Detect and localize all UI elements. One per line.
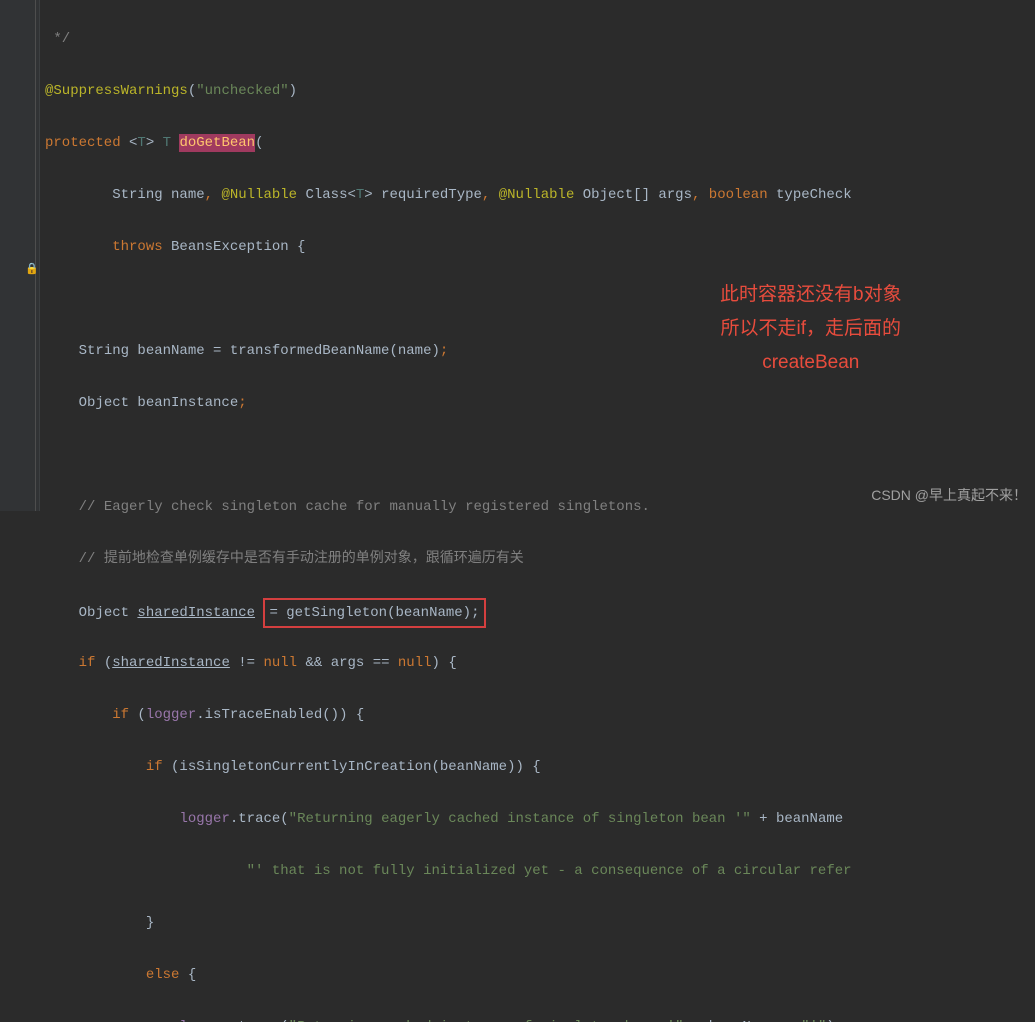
string-literal: "unchecked" xyxy=(196,83,288,99)
shared-instance-var: sharedInstance xyxy=(137,605,255,621)
logger-field: logger xyxy=(179,811,229,827)
string-literal: "' that is not fully initialized yet - a… xyxy=(79,863,852,879)
op: != xyxy=(230,655,264,671)
keyword-if: if xyxy=(79,707,138,723)
logger-field: logger xyxy=(146,707,196,723)
indent xyxy=(79,1019,180,1022)
comment-end: */ xyxy=(45,31,70,47)
space xyxy=(255,605,263,621)
type-param: T xyxy=(163,135,180,151)
semicolon: ; xyxy=(440,343,448,359)
shared-instance-ref: sharedInstance xyxy=(112,655,230,671)
blank-line xyxy=(45,442,1035,468)
code-text: Object xyxy=(79,605,138,621)
highlighted-getsingleton: = getSingleton(beanName); xyxy=(263,598,485,628)
nullable-annotation: @Nullable xyxy=(499,187,575,203)
code-text: Object beanInstance xyxy=(79,395,239,411)
annotation-line1: 此时容器还没有b对象 xyxy=(720,278,902,312)
indent xyxy=(79,811,180,827)
semicolon: ; xyxy=(238,395,246,411)
code-text: String xyxy=(79,343,138,359)
keyword-protected: protected xyxy=(45,135,129,151)
angle: > xyxy=(146,135,163,151)
annotation-line3: createBean xyxy=(720,346,902,380)
paren: ) xyxy=(289,83,297,99)
keyword-null: null xyxy=(398,655,432,671)
method-call: .isTraceEnabled()) { xyxy=(196,707,364,723)
lock-icon: 🔒 xyxy=(25,262,35,274)
brace: { xyxy=(188,967,196,983)
method-call: .trace( xyxy=(230,1019,289,1022)
brace: ) { xyxy=(432,655,457,671)
method-call: (isSingletonCurrentlyInCreation(beanName… xyxy=(171,759,541,775)
paren: ( xyxy=(104,655,112,671)
param-typecheck: typeCheck xyxy=(776,187,852,203)
keyword-throws: throws xyxy=(45,239,171,255)
comma: , xyxy=(482,187,499,203)
logger-field: logger xyxy=(179,1019,229,1022)
paren: ( xyxy=(255,135,263,151)
keyword-if: if xyxy=(79,655,104,671)
code-editor[interactable]: */ @SuppressWarnings("unchecked") protec… xyxy=(40,0,1035,1022)
op: && args == xyxy=(305,655,397,671)
suppress-annotation: @SuppressWarnings xyxy=(45,83,188,99)
param-class: Class< xyxy=(297,187,356,203)
comma: , xyxy=(205,187,222,203)
paren-semi: ); xyxy=(826,1019,843,1022)
annotation-line2: 所以不走if，走后面的 xyxy=(720,312,902,346)
method-bean: Bean xyxy=(221,134,255,152)
keyword-else: else xyxy=(79,967,188,983)
code-text: beanName = transformedBeanName(name) xyxy=(137,343,439,359)
param-args: Object[] args xyxy=(574,187,692,203)
concat: + beanName + xyxy=(684,1019,802,1022)
user-annotation: 此时容器还没有b对象 所以不走if，走后面的 createBean xyxy=(720,278,902,380)
keyword-null: null xyxy=(263,655,305,671)
method-call: .trace( xyxy=(230,811,289,827)
csdn-watermark: CSDN @早上真起不来！ xyxy=(871,485,1027,505)
param-name: String name xyxy=(45,187,205,203)
keyword-boolean: boolean xyxy=(709,187,776,203)
paren: ( xyxy=(137,707,145,723)
param-reqtype: > requiredType xyxy=(364,187,482,203)
line-gutter: 🔒 xyxy=(0,0,40,511)
fold-line xyxy=(35,0,36,511)
keyword-if: if xyxy=(79,759,171,775)
method-doget: doGet xyxy=(179,134,221,152)
comment-chinese: // 提前地检查单例缓存中是否有手动注册的单例对象，跟循环遍历有关 xyxy=(79,551,524,567)
string-literal: "'" xyxy=(801,1019,826,1022)
brace-close: } xyxy=(79,915,155,931)
exception-decl: BeansException { xyxy=(171,239,305,255)
concat: + beanName xyxy=(751,811,843,827)
string-literal: "Returning cached instance of singleton … xyxy=(289,1019,684,1022)
type-param: T xyxy=(137,135,145,151)
comma: , xyxy=(692,187,709,203)
comment-eagerly: // Eagerly check singleton cache for man… xyxy=(79,499,650,515)
paren: ( xyxy=(188,83,196,99)
nullable-annotation: @Nullable xyxy=(221,187,297,203)
string-literal: "Returning eagerly cached instance of si… xyxy=(289,811,751,827)
